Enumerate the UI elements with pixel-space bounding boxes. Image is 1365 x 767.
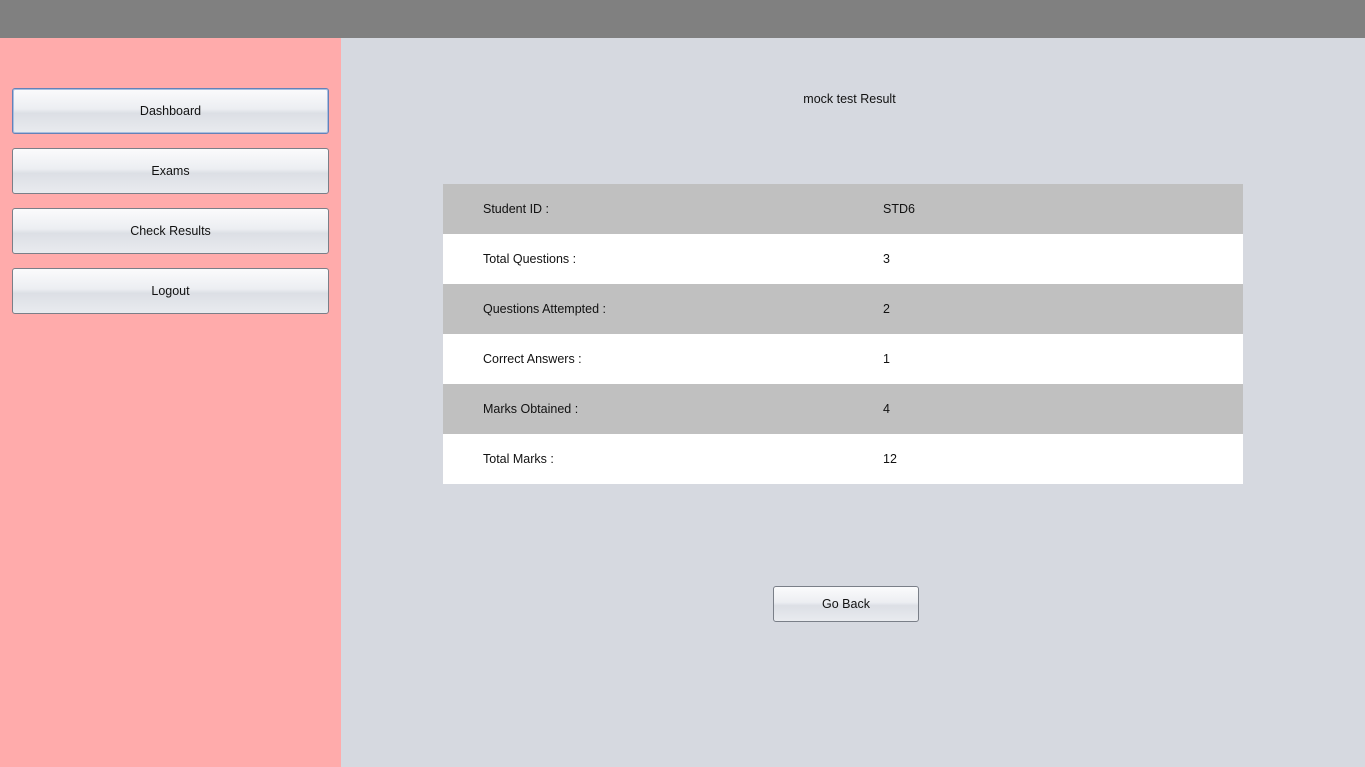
table-row-total-questions: Total Questions : 3 xyxy=(443,234,1243,284)
table-row-marks-obtained: Marks Obtained : 4 xyxy=(443,384,1243,434)
result-table: Student ID : STD6 Total Questions : 3 Qu… xyxy=(443,184,1243,484)
page-title: mock test Result xyxy=(803,92,896,106)
row-value: 12 xyxy=(883,452,897,466)
row-label: Correct Answers : xyxy=(483,352,582,366)
table-row-student-id: Student ID : STD6 xyxy=(443,184,1243,234)
table-row-questions-attempted: Questions Attempted : 2 xyxy=(443,284,1243,334)
row-value: 1 xyxy=(883,352,890,366)
row-value: 3 xyxy=(883,252,890,266)
row-value: 4 xyxy=(883,402,890,416)
row-value: 2 xyxy=(883,302,890,316)
row-label: Total Questions : xyxy=(483,252,577,266)
table-row-correct-answers: Correct Answers : 1 xyxy=(443,334,1243,384)
exams-button[interactable]: Exams xyxy=(12,148,329,194)
row-label: Questions Attempted : xyxy=(483,302,606,316)
row-value: STD6 xyxy=(883,202,915,216)
row-label: Total Marks : xyxy=(483,452,554,466)
row-label: Marks Obtained : xyxy=(483,402,579,416)
main-panel: mock test Result Student ID : STD6 Total… xyxy=(341,38,1365,767)
sidebar: Dashboard Exams Check Results Logout xyxy=(0,38,341,767)
go-back-button[interactable]: Go Back xyxy=(773,586,919,622)
check-results-button[interactable]: Check Results xyxy=(12,208,329,254)
title-bar xyxy=(0,0,1365,38)
row-label: Student ID : xyxy=(483,202,550,216)
dashboard-button[interactable]: Dashboard xyxy=(12,88,329,134)
logout-button[interactable]: Logout xyxy=(12,268,329,314)
table-row-total-marks: Total Marks : 12 xyxy=(443,434,1243,484)
